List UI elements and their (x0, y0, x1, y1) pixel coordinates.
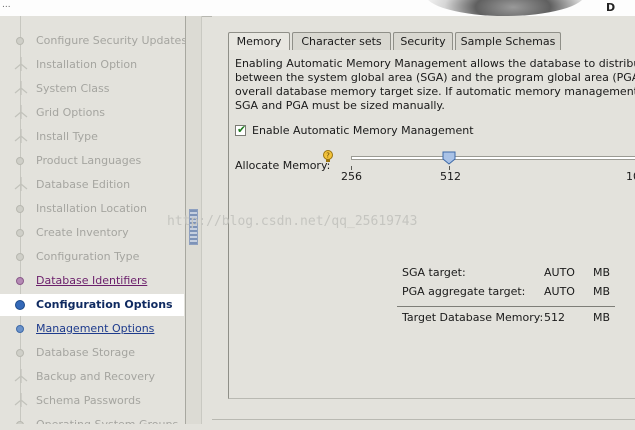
branch-icon (14, 369, 28, 383)
nav-step-label: Product Languages (36, 154, 142, 167)
step-status-dot-icon (16, 157, 24, 165)
auto-memory-checkbox[interactable]: ✔ (235, 123, 247, 136)
nav-step-label: Configuration Options (36, 298, 173, 311)
nav-step-label: Operating System Groups (36, 418, 178, 424)
watermark-text: http://blog.csdn.net/qq_25619743 (167, 214, 418, 229)
step-navigation: Configure Security Updates Installation O… (0, 16, 187, 424)
nav-step-item: System Class (0, 78, 184, 100)
summary-divider (397, 306, 615, 307)
tab-security[interactable]: Security (393, 32, 453, 50)
tab-memory[interactable]: Memory (228, 32, 290, 51)
tab-label: Memory (236, 35, 282, 48)
tab-bar: Memory Character sets Security Sample Sc… (228, 32, 635, 51)
nav-step-label: Installation Location (36, 202, 147, 215)
nav-step-label: Database Identifiers (36, 274, 148, 287)
tab-character-sets[interactable]: Character sets (292, 32, 391, 50)
svg-text:?: ? (326, 152, 330, 160)
branch-icon (14, 393, 28, 407)
nav-step-label: Schema Passwords (36, 394, 141, 407)
installer-banner: ... D A (0, 0, 635, 27)
tab-sample-schemas[interactable]: Sample Schemas (455, 32, 561, 50)
summary-value: 512 (544, 311, 565, 324)
nav-step-item: Configuration Type (0, 246, 184, 268)
nav-step-item: Product Languages (0, 150, 184, 172)
branch-icon (14, 105, 28, 119)
memory-slider-track[interactable] (351, 156, 635, 160)
step-status-dot-icon (16, 37, 24, 45)
step-status-dot-icon (16, 205, 24, 213)
slider-tick-label: 512 (440, 170, 461, 183)
nav-step-item[interactable]: Management Options (0, 318, 184, 340)
branch-icon (14, 177, 28, 191)
summary-label: PGA aggregate target: (402, 285, 526, 298)
gear-logo-icon (425, 0, 585, 16)
summary-value: AUTO (544, 266, 575, 279)
nav-step-item: Configure Security Updates (0, 30, 187, 52)
description-line: Enabling Automatic Memory Management all… (235, 57, 635, 70)
description-line: overall database memory target size. If … (235, 85, 635, 98)
nav-step-item: Database Edition (0, 174, 184, 196)
nav-step-item: Schema Passwords (0, 390, 184, 412)
branch-icon (14, 129, 28, 143)
auto-memory-label: Enable Automatic Memory Management (252, 124, 474, 137)
summary-value: AUTO (544, 285, 575, 298)
nav-step-item: Backup and Recovery (0, 366, 184, 388)
sga-target-row: SGA target: AUTO MB (397, 266, 613, 284)
banner-left-fragment: ... (2, 0, 11, 10)
target-db-memory-row: Target Database Memory: 512 MB (397, 311, 613, 329)
step-status-dot-icon (16, 253, 24, 261)
bottom-panel-edge (212, 419, 635, 430)
checkmark-icon: ✔ (237, 123, 247, 136)
nav-step-item: Install Type (0, 126, 184, 148)
step-status-dot-icon (16, 349, 24, 357)
branch-icon (14, 81, 28, 95)
nav-step-label: Configuration Type (36, 250, 140, 263)
nav-step-label: Install Type (36, 130, 98, 143)
nav-step-item: Database Storage (0, 342, 184, 364)
summary-unit: MB (593, 311, 611, 324)
branch-icon (14, 57, 28, 71)
nav-step-item: Create Inventory (0, 222, 184, 244)
tab-label: Sample Schemas (460, 35, 556, 48)
nav-step-item: Grid Options (0, 102, 184, 124)
nav-step-item: Installation Option (0, 54, 184, 76)
step-status-dot-icon (15, 300, 25, 310)
nav-step-label: Grid Options (36, 106, 106, 119)
nav-step-item: Installation Location (0, 198, 184, 220)
description-line: SGA and PGA must be sized manually. (235, 99, 445, 112)
lightbulb-hint-icon: ? (323, 150, 333, 162)
nav-step-item[interactable]: Database Identifiers (0, 270, 184, 292)
slider-tick-label: 10 (626, 170, 635, 183)
nav-step-label: Management Options (36, 322, 155, 335)
description-line: between the system global area (SGA) and… (235, 71, 635, 84)
tab-label: Character sets (301, 35, 382, 48)
summary-unit: MB (593, 266, 611, 279)
slider-tick-label: 256 (341, 170, 362, 183)
summary-label: SGA target: (402, 266, 466, 279)
nav-step-label: Database Storage (36, 346, 136, 359)
nav-step-item: Operating System Groups (0, 414, 184, 424)
nav-step-label: System Class (36, 82, 110, 95)
memory-slider-thumb[interactable] (442, 151, 456, 165)
step-status-dot-icon (16, 277, 24, 285)
nav-step-label: Create Inventory (36, 226, 129, 239)
allocate-memory-label: Allocate Memory: (235, 159, 331, 172)
tab-label: Security (400, 35, 446, 48)
nav-step-label: Database Edition (36, 178, 131, 191)
step-status-dot-icon (16, 229, 24, 237)
nav-step-item[interactable]: Configuration Options (0, 294, 184, 316)
step-status-dot-icon (16, 325, 24, 333)
summary-label: Target Database Memory: (402, 311, 544, 324)
nav-step-label: Backup and Recovery (36, 370, 156, 383)
summary-unit: MB (593, 285, 611, 298)
nav-step-label: Installation Option (36, 58, 138, 71)
nav-step-label: Configure Security Updates (36, 34, 187, 47)
pga-target-row: PGA aggregate target: AUTO MB (397, 285, 613, 303)
